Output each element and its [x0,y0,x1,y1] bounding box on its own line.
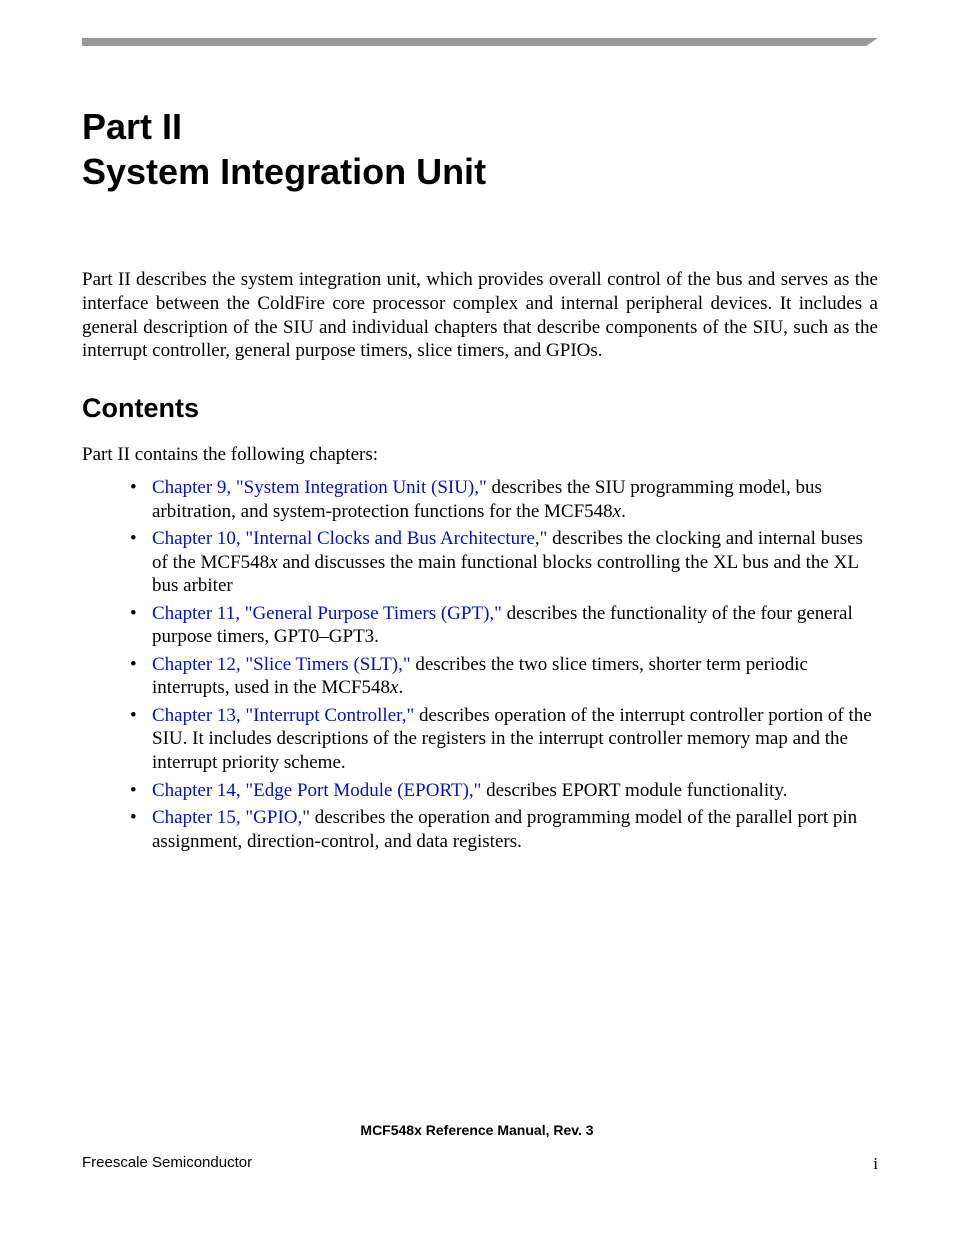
list-item: Chapter 13, "Interrupt Controller," desc… [130,704,878,775]
list-item: Chapter 12, "Slice Timers (SLT)," descri… [130,653,878,700]
list-item: Chapter 14, "Edge Port Module (EPORT)," … [130,779,878,803]
list-item-text: describes EPORT module functionality. [481,780,787,801]
chapter-link[interactable]: Chapter 11, "General Purpose Timers (GPT… [152,603,502,624]
footer-document-title: MCF548x Reference Manual, Rev. 3 [0,1122,954,1138]
title-line-1: Part II [82,106,182,147]
chapter-link[interactable]: Chapter 10, "Internal Clocks and Bus Arc… [152,528,547,549]
list-item: Chapter 15, "GPIO," describes the operat… [130,806,878,853]
chapter-link[interactable]: Chapter 12, "Slice Timers (SLT)," [152,654,411,675]
footer-page-number: i [873,1154,878,1174]
list-item-text: . [398,677,403,698]
list-item-text: . [621,501,626,522]
list-item: Chapter 10, "Internal Clocks and Bus Arc… [130,527,878,598]
list-item: Chapter 9, "System Integration Unit (SIU… [130,476,878,523]
chapter-link[interactable]: Chapter 15, "GPIO," [152,807,310,828]
chapter-link[interactable]: Chapter 9, "System Integration Unit (SIU… [152,477,487,498]
title-line-2: System Integration Unit [82,151,486,192]
list-item: Chapter 11, "General Purpose Timers (GPT… [130,602,878,649]
footer-company: Freescale Semiconductor [82,1154,252,1171]
chapter-link[interactable]: Chapter 13, "Interrupt Controller," [152,705,414,726]
intro-paragraph: Part II describes the system integration… [82,268,878,363]
contents-heading: Contents [82,393,878,424]
italic-text: x [613,501,621,522]
italic-text: x [269,552,277,573]
contents-intro: Part II contains the following chapters: [82,444,878,466]
chapter-list: Chapter 9, "System Integration Unit (SIU… [82,476,878,853]
header-rule [82,38,878,48]
chapter-link[interactable]: Chapter 14, "Edge Port Module (EPORT)," [152,780,481,801]
page-title: Part II System Integration Unit [82,104,878,194]
